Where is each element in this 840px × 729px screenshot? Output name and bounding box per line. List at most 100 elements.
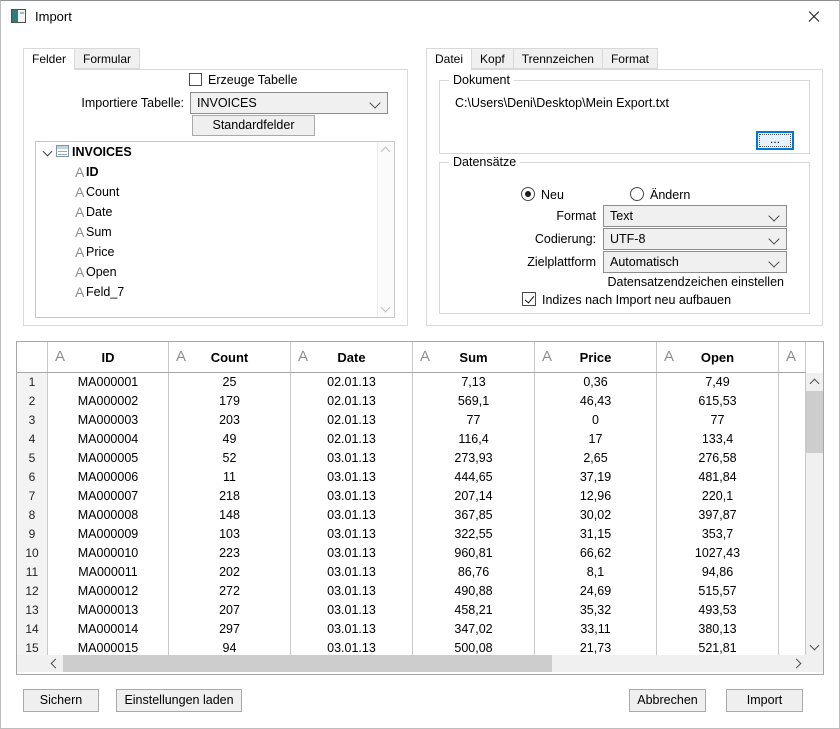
table-cell: 03.01.13 — [291, 506, 413, 525]
tree-field-open[interactable]: AOpen — [36, 262, 394, 282]
table-cell: 02.01.13 — [291, 411, 413, 430]
chevron-expanded-icon[interactable] — [43, 147, 53, 157]
encoding-select[interactable]: UTF-8 — [603, 228, 787, 250]
table-cell: 7,13 — [413, 373, 535, 392]
table-cell: 03.01.13 — [291, 582, 413, 601]
column-header-date: ADate — [291, 342, 413, 372]
table-row[interactable]: 12MA00001227203.01.13490,8824,69515,57 — [17, 582, 806, 601]
table-cell — [779, 525, 806, 544]
table-cell: 31,15 — [535, 525, 657, 544]
radio-change[interactable] — [630, 187, 644, 201]
table-row[interactable]: 6MA0000061103.01.13444,6537,19481,84 — [17, 468, 806, 487]
table-row[interactable]: 1MA0000012502.01.137,130,367,49 — [17, 373, 806, 392]
vscroll-thumb[interactable] — [806, 391, 823, 453]
hscroll-thumb[interactable] — [63, 655, 552, 672]
window-title: Import — [35, 9, 72, 24]
tree-field-feld_7[interactable]: AFeld_7 — [36, 282, 394, 302]
chevron-down-icon — [768, 256, 779, 267]
table-cell: 218 — [169, 487, 291, 506]
table-cell: 0 — [535, 411, 657, 430]
table-cell: 8,1 — [535, 563, 657, 582]
document-group: Dokument C:\Users\Deni\Desktop\Mein Expo… — [439, 80, 810, 154]
radio-new[interactable] — [521, 187, 535, 201]
scroll-down-icon[interactable] — [806, 638, 823, 655]
tree-field-date[interactable]: ADate — [36, 202, 394, 222]
table-cell: 21,73 — [535, 639, 657, 655]
table-cell: 03.01.13 — [291, 639, 413, 655]
table-cell: 03.01.13 — [291, 544, 413, 563]
row-number: 7 — [17, 487, 48, 506]
preview-table: AIDACountADateASumAPriceAOpenA 1MA000001… — [16, 341, 824, 675]
table-cell: MA000010 — [48, 544, 169, 563]
column-title: ID — [48, 350, 168, 365]
table-cell: 94 — [169, 639, 291, 655]
tree-root-label: INVOICES — [72, 145, 132, 159]
record-end-link[interactable]: Datensatzendzeichen einstellen — [607, 275, 784, 289]
table-cell: MA000005 — [48, 449, 169, 468]
table-cell — [779, 392, 806, 411]
column-header-price: APrice — [535, 342, 657, 372]
save-button[interactable]: Sichern — [23, 689, 99, 712]
table-cell: MA000001 — [48, 373, 169, 392]
format-select[interactable]: Text — [603, 205, 787, 227]
table-cell — [779, 487, 806, 506]
tree-root-invoices[interactable]: INVOICES — [36, 142, 394, 162]
standard-fields-button[interactable]: Standardfelder — [192, 115, 315, 136]
tab-kopf[interactable]: Kopf — [472, 48, 514, 69]
create-table-checkbox[interactable] — [189, 73, 202, 86]
tab-format[interactable]: Format — [603, 48, 658, 69]
table-cell: MA000015 — [48, 639, 169, 655]
table-cell: 521,81 — [657, 639, 779, 655]
tab-formular[interactable]: Formular — [75, 48, 140, 69]
cancel-button[interactable]: Abbrechen — [629, 689, 706, 712]
table-cell: 1027,43 — [657, 544, 779, 563]
tree-field-id[interactable]: AID — [36, 162, 394, 182]
scroll-up-icon[interactable] — [381, 147, 391, 157]
scroll-right-icon[interactable] — [789, 655, 806, 672]
table-row[interactable]: 13MA00001320703.01.13458,2135,32493,53 — [17, 601, 806, 620]
rebuild-indexes-label: Indizes nach Import neu aufbauen — [542, 293, 731, 307]
table-row[interactable]: 10MA00001022303.01.13960,8166,621027,43 — [17, 544, 806, 563]
load-settings-button[interactable]: Einstellungen laden — [116, 689, 242, 712]
rebuild-indexes-checkbox[interactable] — [522, 292, 536, 306]
scroll-down-icon[interactable] — [381, 303, 391, 313]
import-button[interactable]: Import — [726, 689, 803, 712]
scroll-left-icon[interactable] — [45, 655, 62, 672]
tab-felder[interactable]: Felder — [23, 48, 75, 70]
table-cell: 133,4 — [657, 430, 779, 449]
table-row[interactable]: 15MA0000159403.01.13500,0821,73521,81 — [17, 639, 806, 655]
tree-scrollbar[interactable] — [377, 142, 394, 317]
table-row[interactable]: 2MA00000217902.01.13569,146,43615,53 — [17, 392, 806, 411]
row-number: 2 — [17, 392, 48, 411]
table-cell: 493,53 — [657, 601, 779, 620]
tree-field-count[interactable]: ACount — [36, 182, 394, 202]
scroll-up-icon[interactable] — [806, 373, 823, 390]
chevron-down-icon — [768, 233, 779, 244]
tree-field-label: Count — [86, 185, 119, 199]
table-cell: MA000002 — [48, 392, 169, 411]
table-cell — [779, 582, 806, 601]
tab-trennzeichen[interactable]: Trennzeichen — [514, 48, 603, 69]
text-type-icon: A — [75, 204, 84, 220]
table-row[interactable]: 8MA00000814803.01.13367,8530,02397,87 — [17, 506, 806, 525]
platform-select[interactable]: Automatisch — [603, 251, 787, 273]
table-cell: 77 — [657, 411, 779, 430]
table-row[interactable]: 3MA00000320302.01.1377077 — [17, 411, 806, 430]
horizontal-scrollbar[interactable] — [17, 655, 806, 672]
table-cell: MA000009 — [48, 525, 169, 544]
tree-field-sum[interactable]: ASum — [36, 222, 394, 242]
table-row[interactable]: 7MA00000721803.01.13207,1412,96220,1 — [17, 487, 806, 506]
table-row[interactable]: 14MA00001429703.01.13347,0233,11380,13 — [17, 620, 806, 639]
close-icon[interactable] — [803, 6, 825, 28]
table-cell: 207 — [169, 601, 291, 620]
tree-field-price[interactable]: APrice — [36, 242, 394, 262]
table-row[interactable]: 9MA00000910303.01.13322,5531,15353,7 — [17, 525, 806, 544]
table-cell: 03.01.13 — [291, 468, 413, 487]
browse-button[interactable]: ... — [756, 131, 794, 150]
table-row[interactable]: 11MA00001120203.01.1386,768,194,86 — [17, 563, 806, 582]
table-row[interactable]: 4MA0000044902.01.13116,417133,4 — [17, 430, 806, 449]
import-table-select[interactable]: INVOICES — [190, 92, 388, 114]
table-row[interactable]: 5MA0000055203.01.13273,932,65276,58 — [17, 449, 806, 468]
vertical-scrollbar[interactable] — [806, 373, 823, 655]
tab-datei[interactable]: Datei — [426, 48, 472, 70]
